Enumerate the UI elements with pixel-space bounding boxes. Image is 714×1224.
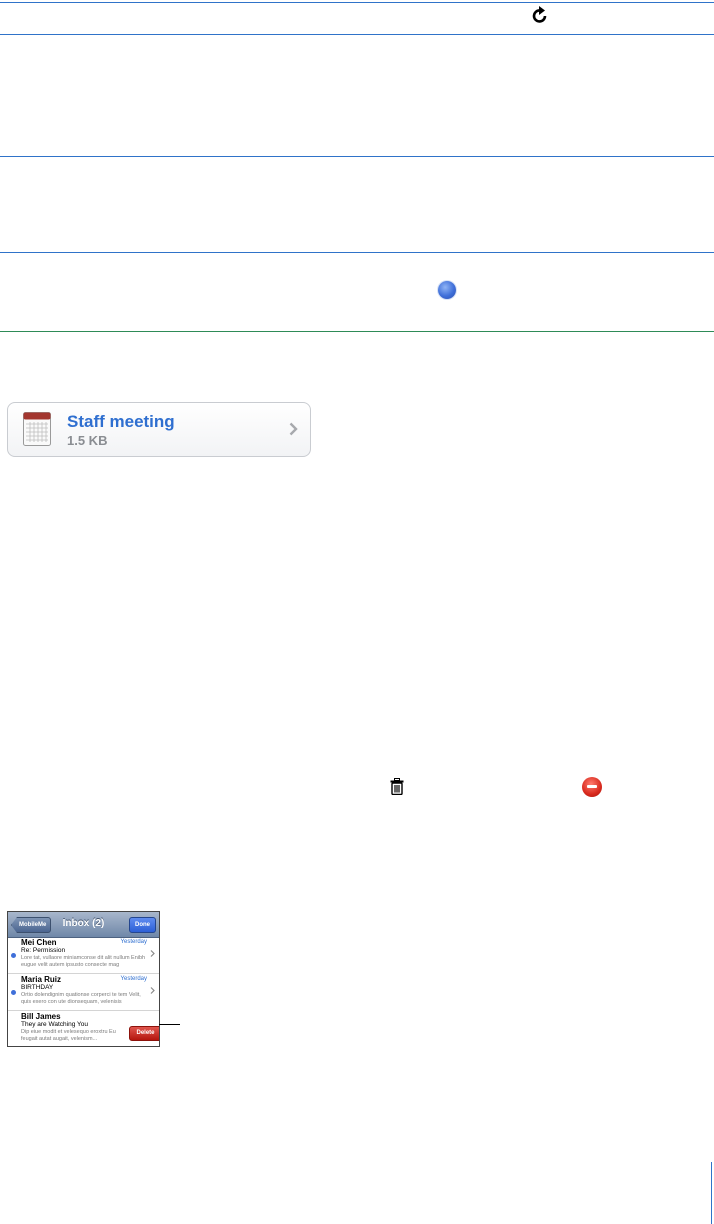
message-snippet: Ortio dolendignim quationse corperci te … [21,992,141,1005]
trash-icon [390,778,404,795]
done-button[interactable]: Done [129,917,156,933]
delete-button[interactable]: Delete [129,1026,159,1041]
divider-4 [0,331,714,332]
message-row[interactable]: Mei Chen Re: Permission Lore tat, vullao… [8,937,159,974]
delete-minus-icon [582,777,602,797]
chevron-right-icon [289,422,298,436]
divider-top [0,2,714,3]
message-date: Yesterday [120,939,147,945]
divider-1 [0,34,714,35]
unread-dot-icon [11,990,16,995]
message-from: Maria Ruiz [21,975,62,984]
unread-dot-icon [11,953,16,958]
attachment-card[interactable]: Staff meeting 1.5 KB [7,402,311,457]
message-snippet: Dip eiue modit et velesequo eroxtru Eu f… [21,1029,116,1042]
attachment-title: Staff meeting [67,412,175,431]
chevron-right-icon [150,950,155,957]
message-subject: BIRTHDAY [21,984,54,991]
callout-line [159,1024,180,1025]
divider-2 [0,156,714,157]
chevron-right-icon [150,987,155,994]
message-row[interactable]: Maria Ruiz BIRTHDAY Ortio dolendignim qu… [8,974,159,1011]
message-snippet: Lore tat, vullaore miniamconse dit alit … [21,955,146,968]
page-edge-bar [711,1162,712,1224]
message-subject: Re: Permission [21,947,66,954]
inbox-screenshot: MobileMe Inbox (2) Done Mei Chen Re: Per… [7,911,160,1047]
message-from: Mei Chen [21,938,57,947]
message-date: Yesterday [120,976,147,982]
message-from: Bill James [21,1012,61,1021]
attachment-size: 1.5 KB [67,433,108,448]
refresh-icon [532,6,547,23]
message-subject: They are Watching You [21,1021,88,1028]
unread-dot-icon [438,281,456,299]
divider-3 [0,252,714,253]
message-row[interactable]: Bill James They are Watching You Dip eiu… [8,1011,159,1046]
inbox-navbar: MobileMe Inbox (2) Done [8,912,159,938]
calendar-icon [23,412,51,446]
